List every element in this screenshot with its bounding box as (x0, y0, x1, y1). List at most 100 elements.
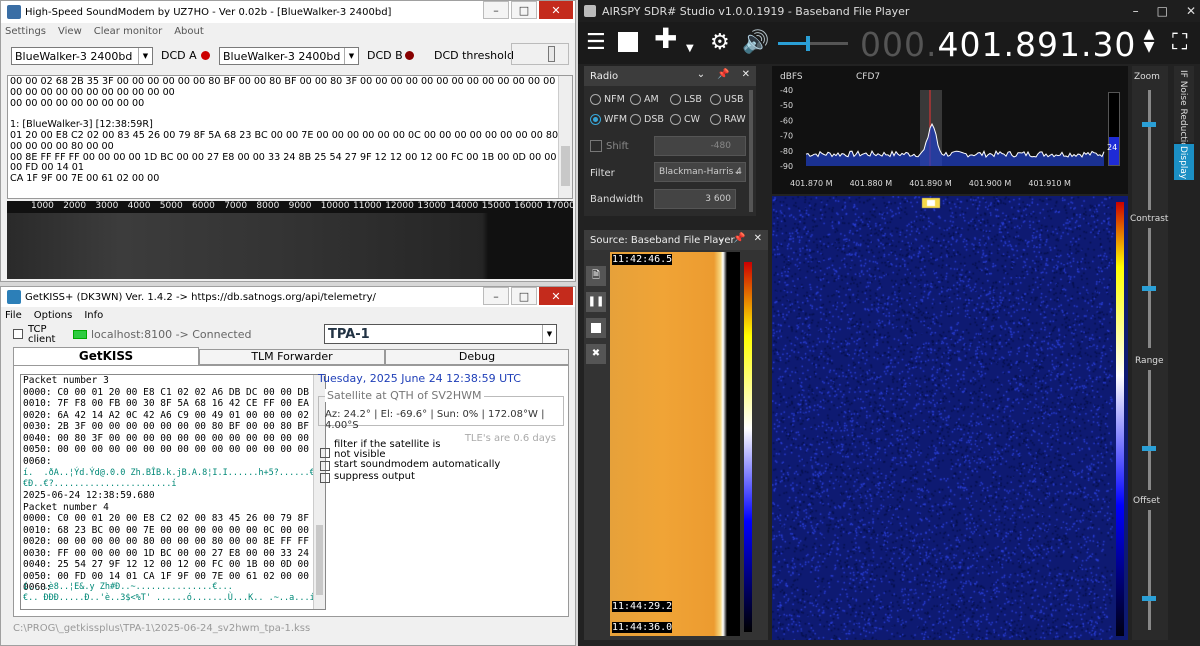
mode-usb[interactable]: USB (710, 94, 744, 105)
sdr-titlebar[interactable]: AIRSPY SDR# Studio v1.0.0.1919 - Baseban… (578, 0, 1200, 22)
menu-about[interactable]: About (174, 26, 204, 37)
open-file-icon[interactable]: 🗎 (586, 266, 606, 286)
dcd-threshold-slider[interactable] (511, 43, 569, 65)
mode-dsb[interactable]: DSB (630, 114, 664, 125)
modem-controls: BlueWalker-3 2400bd ▼ DCD A BlueWalker-3 … (1, 39, 575, 69)
chevron-down-icon: ▼ (138, 48, 152, 64)
mode-raw[interactable]: RAW (710, 114, 746, 125)
soundmodem-titlebar[interactable]: High-Speed SoundModem by UZ7HO - Ver 0.0… (1, 1, 575, 23)
start-soundmodem-checkbox[interactable] (320, 461, 330, 471)
close-icon[interactable]: ✕ (1186, 4, 1196, 18)
db-tick: -90 (780, 162, 793, 171)
side-tab-if-noise[interactable]: IF Noise Reduction (1174, 66, 1194, 154)
menu-info[interactable]: Info (84, 310, 103, 321)
maximize-icon[interactable]: □ (511, 287, 537, 305)
getkiss-title: GetKISS+ (DK3WN) Ver. 1.4.2 -> https://d… (25, 291, 376, 303)
frequency-display[interactable]: 000.401.891.300 (860, 25, 1158, 64)
pin-icon[interactable]: 📌 (733, 233, 745, 244)
shift-checkbox[interactable] (590, 140, 602, 152)
filter-select[interactable]: Blackman-Harris 4 ⌄ (654, 162, 746, 182)
slider-thumb[interactable] (548, 46, 555, 62)
menu-clear-monitor[interactable]: Clear monitor (94, 26, 162, 37)
level-meter: 24 (1107, 92, 1120, 166)
monitor-scrollbar[interactable] (558, 76, 572, 198)
source-panel: Source: Baseband File Player ⌄ 📌 ✕ 🗎 ❚❚ ✖ 1… (584, 230, 768, 640)
spectrum-analyzer[interactable]: dBFS CFD7 -40 -50 -60 -70 -80 -90 401.870 M 401… (772, 66, 1128, 194)
menu-settings[interactable]: Settings (5, 26, 46, 37)
sdr-waterfall[interactable] (772, 196, 1128, 640)
volume-slider[interactable] (778, 36, 848, 51)
soundmodem-menubar: Settings View Clear monitor About (1, 23, 575, 39)
side-tab-display[interactable]: Display (1174, 144, 1194, 180)
suppress-output-checkbox[interactable] (320, 473, 330, 483)
menu-options[interactable]: Options (34, 310, 73, 321)
satellite-select[interactable]: TPA-1 ▼ (324, 324, 557, 344)
tools-icon[interactable]: ✖ (586, 344, 606, 364)
minimize-icon[interactable]: – (1133, 4, 1139, 18)
close-icon[interactable]: ✕ (754, 233, 762, 244)
close-icon[interactable]: ✕ (539, 287, 573, 305)
timestamp-mid: 11:44:29.2 (612, 601, 673, 612)
source-panel-header: Source: Baseband File Player ⌄ 📌 ✕ (584, 230, 768, 250)
minimize-icon[interactable]: – (483, 1, 509, 19)
packet4-ascii: í.. .è8..¦E&.y Zh#Ð..~...............€..… (23, 582, 233, 592)
hamburger-menu-icon[interactable]: ☰ (586, 30, 606, 56)
tab-tlm-forwarder[interactable]: TLM Forwarder (199, 349, 385, 365)
packet-log[interactable]: Packet number 3 0000: C0 00 01 20 00 E8 … (20, 374, 326, 610)
filter-visible-checkbox[interactable] (320, 448, 330, 458)
menu-view[interactable]: View (58, 26, 82, 37)
range-slider[interactable] (1142, 370, 1156, 490)
maximize-icon[interactable]: □ (511, 1, 537, 19)
scale-tick: 14000 (449, 201, 479, 211)
scale-tick: 3000 (95, 201, 119, 211)
scale-tick: 9000 (288, 201, 312, 211)
bandwidth-field[interactable]: 3 600 (654, 189, 736, 209)
tcp-client-checkbox[interactable] (13, 329, 23, 339)
mode-am[interactable]: AM (630, 94, 659, 105)
pin-icon[interactable]: 📌 (717, 69, 729, 80)
monitor-area[interactable]: 00 00 02 68 2B 35 3F 00 00 00 00 00 00 8… (7, 75, 573, 199)
stop-icon[interactable] (618, 32, 638, 52)
contrast-slider[interactable] (1142, 228, 1156, 348)
pause-icon[interactable]: ❚❚ (586, 292, 606, 312)
chevron-down-icon[interactable]: ⌄ (697, 69, 705, 80)
minimize-icon[interactable]: – (483, 287, 509, 305)
shift-label: Shift (606, 141, 629, 152)
speaker-icon[interactable]: 🔊 (742, 30, 769, 56)
scale-tick: 11000 (353, 201, 382, 211)
getkiss-titlebar[interactable]: GetKISS+ (DK3WN) Ver. 1.4.2 -> https://d… (1, 287, 575, 307)
scale-tick: 8000 (256, 201, 280, 211)
tab-getkiss[interactable]: GetKISS (13, 347, 199, 365)
sdr-title: AIRSPY SDR# Studio v1.0.0.1919 - Baseban… (602, 4, 910, 18)
close-icon[interactable]: ✕ (539, 1, 573, 19)
mode-wfm[interactable]: WFM (590, 114, 627, 125)
soundmodem-app-icon (7, 5, 21, 19)
mode-lsb[interactable]: LSB (670, 94, 702, 105)
radio-panel-scrollbar[interactable] (749, 90, 753, 212)
chevron-down-icon[interactable]: ▼ (686, 36, 694, 62)
gear-icon[interactable]: ⚙ (710, 30, 730, 56)
add-icon[interactable]: ✚ (654, 25, 677, 53)
chevron-down-icon[interactable]: ⌄ (717, 233, 725, 244)
mode-nfm[interactable]: NFM (590, 94, 625, 105)
frequency-step-arrows[interactable]: ▲ ▼ (1138, 27, 1160, 58)
fullscreen-icon[interactable]: ⛶ (1172, 30, 1187, 56)
waterfall-color-bar (1116, 202, 1124, 636)
zoom-slider[interactable] (1142, 90, 1156, 210)
mode-cw[interactable]: CW (670, 114, 700, 125)
menu-file[interactable]: File (5, 310, 22, 321)
shift-field[interactable]: -480 (654, 136, 746, 156)
radio-panel: Radio ⌄ 📌 ✕ NFM AM LSB USB WFM DSB CW RAW S… (584, 66, 756, 216)
tab-debug[interactable]: Debug (385, 349, 569, 365)
scale-tick: 17000 (546, 201, 573, 211)
source-color-bar (744, 262, 752, 632)
close-icon[interactable]: ✕ (742, 69, 750, 80)
modem-b-select[interactable]: BlueWalker-3 2400bd ▼ (219, 47, 359, 65)
stop-playback-icon[interactable] (586, 318, 606, 338)
level-value: 24 (1107, 143, 1118, 152)
scale-tick: 5000 (159, 201, 183, 211)
offset-slider[interactable] (1142, 510, 1156, 630)
getkiss-menubar: File Options Info (1, 307, 575, 323)
modem-a-select[interactable]: BlueWalker-3 2400bd ▼ (11, 47, 153, 65)
maximize-icon[interactable]: □ (1157, 4, 1168, 18)
